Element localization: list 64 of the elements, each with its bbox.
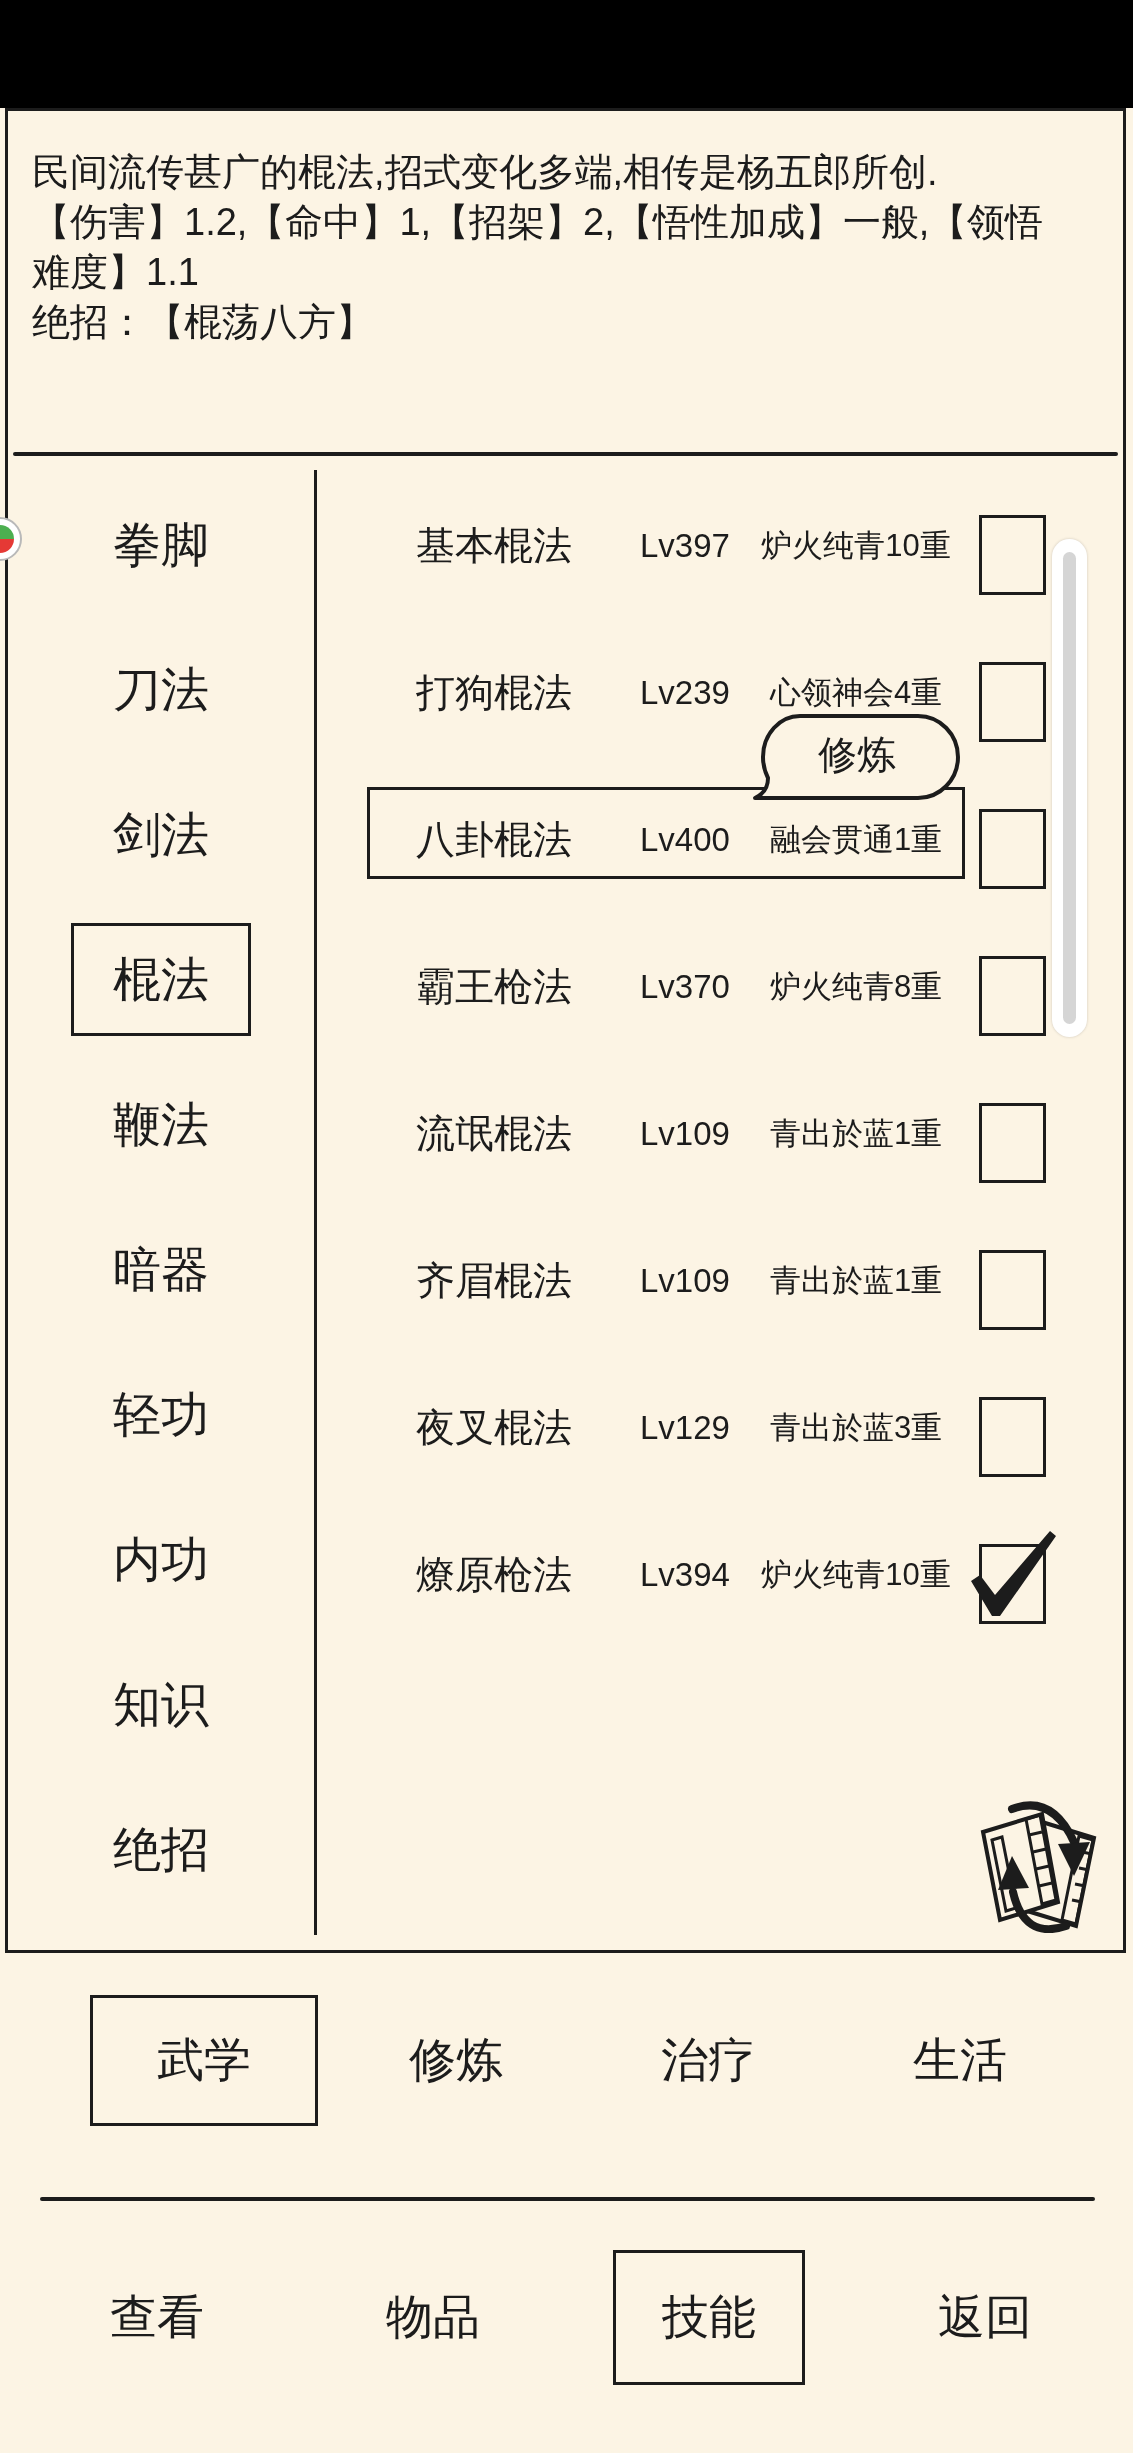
scrollbar[interactable] xyxy=(1052,539,1087,1037)
skill-name: 燎原枪法 xyxy=(416,1551,572,1598)
category-tab[interactable]: 内功 xyxy=(71,1503,251,1616)
skill-name: 八卦棍法 xyxy=(416,816,572,863)
skill-rank: 融会贯通1重 xyxy=(769,820,943,859)
skill-name: 基本棍法 xyxy=(416,522,572,569)
skill-name: 齐眉棍法 xyxy=(416,1257,572,1304)
skill-rank: 炉火纯青10重 xyxy=(761,526,951,565)
category-tab[interactable]: 拳脚 xyxy=(71,488,251,601)
skill-rank: 青出於蓝1重 xyxy=(769,1114,943,1153)
nav-tab[interactable]: 查看 xyxy=(61,2250,253,2385)
checkmark-icon xyxy=(971,1530,1056,1616)
category-tab[interactable]: 刀法 xyxy=(71,633,251,746)
section-tab[interactable]: 修炼 xyxy=(342,1995,570,2126)
skill-rank: 青出於蓝3重 xyxy=(769,1408,943,1447)
section-tab[interactable]: 治疗 xyxy=(594,1995,822,2126)
skill-rank: 炉火纯青10重 xyxy=(761,1555,951,1594)
checkbox[interactable] xyxy=(971,1530,1056,1624)
skill-row[interactable]: 流氓棍法 Lv109 青出於蓝1重 xyxy=(367,1080,965,1173)
special-move-text: 绝招：【棍荡八方】 xyxy=(32,300,375,345)
checkbox[interactable] xyxy=(979,1396,1046,1477)
skill-level: Lv109 xyxy=(640,1114,730,1153)
category-tab[interactable]: 鞭法 xyxy=(71,1068,251,1181)
skill-level: Lv370 xyxy=(640,967,730,1006)
category-tab[interactable]: 暗器 xyxy=(71,1213,251,1326)
skill-row[interactable]: 霸王枪法 Lv370 炉火纯青8重 xyxy=(367,933,965,1026)
category-tab[interactable]: 棍法 xyxy=(71,923,251,1036)
skill-rank: 心领神会4重 xyxy=(769,673,943,712)
card-swap-icon[interactable] xyxy=(980,1800,1097,1933)
skill-level: Lv109 xyxy=(640,1261,730,1300)
skill-name: 打狗棍法 xyxy=(416,669,572,716)
skill-level: Lv400 xyxy=(640,820,730,859)
skill-level: Lv397 xyxy=(640,526,730,565)
nav-tab[interactable]: 物品 xyxy=(337,2250,529,2385)
skill-level: Lv394 xyxy=(640,1555,730,1594)
skill-name: 流氓棍法 xyxy=(416,1110,572,1157)
skill-row[interactable]: 打狗棍法 Lv239 心领神会4重 xyxy=(367,639,965,732)
skill-rank: 青出於蓝1重 xyxy=(769,1261,943,1300)
checkbox[interactable] xyxy=(979,1249,1046,1330)
skill-name: 夜叉棍法 xyxy=(416,1404,572,1451)
checkbox[interactable] xyxy=(979,1102,1046,1183)
category-tab[interactable]: 剑法 xyxy=(71,778,251,891)
checkbox[interactable] xyxy=(979,955,1046,1036)
section-tab[interactable]: 生活 xyxy=(846,1995,1074,2126)
checkbox[interactable] xyxy=(979,661,1046,742)
skill-row[interactable]: 基本棍法 Lv397 炉火纯青10重 xyxy=(367,492,965,585)
description-text: 民间流传甚广的棍法,招式变化多端,相传是杨五郎所创. xyxy=(32,150,939,195)
skill-row[interactable]: 八卦棍法 Lv400 融会贯通1重 xyxy=(367,786,965,879)
category-tab[interactable]: 知识 xyxy=(71,1648,251,1761)
skill-rank: 炉火纯青8重 xyxy=(769,967,943,1006)
skill-row[interactable]: 夜叉棍法 Lv129 青出於蓝3重 xyxy=(367,1374,965,1467)
skill-row[interactable]: 燎原枪法 Lv394 炉火纯青10重 xyxy=(367,1521,965,1614)
category-tab[interactable]: 轻功 xyxy=(71,1358,251,1471)
stats-text: 【伤害】1.2,【命中】1,【招架】2,【悟性加成】一般,【领悟难度】1.1 xyxy=(32,200,1045,295)
category-tab[interactable]: 绝招 xyxy=(71,1793,251,1906)
skill-level: Lv129 xyxy=(640,1408,730,1447)
skill-name: 霸王枪法 xyxy=(416,963,572,1010)
nav-tab[interactable]: 技能 xyxy=(613,2250,805,2385)
section-tab[interactable]: 武学 xyxy=(90,1995,318,2126)
checkbox[interactable] xyxy=(979,514,1046,595)
skill-row[interactable]: 齐眉棍法 Lv109 青出於蓝1重 xyxy=(367,1227,965,1320)
nav-tab[interactable]: 返回 xyxy=(889,2250,1081,2385)
checkbox[interactable] xyxy=(979,808,1046,889)
skill-level: Lv239 xyxy=(640,673,730,712)
